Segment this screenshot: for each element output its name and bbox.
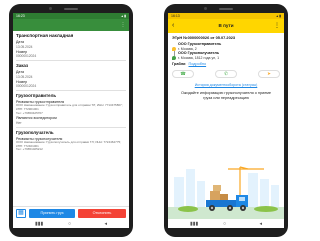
cargo-row: Грабли Подробно	[172, 62, 280, 67]
left-phone: 16:23 ▴ ▮ ⋮ Транспортная накладная Дата …	[9, 4, 133, 237]
speaker	[64, 8, 78, 10]
handset-icon: ✆	[224, 71, 228, 76]
shipper-section-title: Грузоотправитель	[16, 93, 57, 99]
destination-pin-icon	[172, 56, 176, 60]
more-icon[interactable]: ⋮	[274, 19, 280, 33]
qr-code-button[interactable]: ▦	[16, 209, 26, 218]
recent-apps-icon[interactable]: ▮▮▮	[35, 221, 43, 227]
reject-button[interactable]: Отклонить	[78, 209, 126, 218]
action-bar: ▦ Принять груз Отклонить	[13, 206, 129, 219]
divider	[16, 60, 126, 62]
divider	[16, 90, 126, 92]
route-block: ООО Грузоотправитель г. Москва, 2 ООО Гр…	[172, 42, 280, 60]
back-icon[interactable]: ◂	[104, 221, 107, 227]
document-history-link[interactable]: История документооборота (статусы)	[172, 83, 280, 87]
navigation-arrow-icon: ➤	[267, 71, 271, 76]
right-screen: 16:13 ▴ ▮ ‹ В пути ⋮ ЭТрН №0000000026 от…	[168, 13, 284, 228]
home-icon[interactable]: ○	[68, 221, 71, 227]
accept-cargo-button[interactable]: Принять груз	[29, 209, 75, 218]
call-button[interactable]: ☎	[172, 70, 194, 78]
cargo-name: Грабли	[172, 62, 186, 66]
phone-icon: ☎	[180, 71, 186, 76]
shipper-phone: Тел: +79650425767	[16, 110, 43, 115]
home-icon[interactable]: ○	[223, 221, 226, 227]
origin-pin-icon	[172, 46, 176, 51]
navigate-button[interactable]: ➤	[258, 70, 280, 78]
system-nav-bar: ▮▮▮ ○ ◂	[168, 219, 284, 228]
app-header: ‹ В пути ⋮	[168, 19, 284, 33]
consignee-phone: Тел: +79651025212	[16, 147, 43, 152]
call-alt-button[interactable]: ✆	[215, 70, 237, 78]
qr-code-icon: ▦	[18, 210, 24, 216]
awaiting-message: Ожидайте информацию грузополучателя о пр…	[180, 91, 272, 100]
system-nav-bar: ▮▮▮ ○ ◂	[13, 219, 129, 228]
field-value: 00000012024	[16, 84, 37, 89]
screen-title: В пути	[218, 23, 234, 28]
field-value: Нет	[16, 120, 22, 125]
more-icon[interactable]: ⋮	[120, 22, 126, 28]
ettn-number: ЭТрН №0000000026 от 05.07.2023	[172, 35, 236, 40]
field-value: 13.05.2024	[16, 74, 33, 79]
recent-apps-icon[interactable]: ▮▮▮	[190, 221, 198, 227]
left-screen: 16:23 ▴ ▮ ⋮ Транспортная накладная Дата …	[13, 13, 129, 228]
document-body: Транспортная накладная Дата 13.05.2024 Н…	[13, 31, 129, 152]
divider	[16, 126, 126, 128]
field-value: 13.05.2024	[16, 44, 33, 49]
app-header: ⋮	[13, 19, 129, 31]
contact-actions: ☎ ✆ ➤	[172, 70, 280, 78]
shipment-body: ЭТрН №0000000026 от 05.07.2023 ООО Грузо…	[168, 33, 284, 101]
back-icon[interactable]: ◂	[259, 221, 262, 227]
back-arrow-icon[interactable]: ‹	[172, 19, 174, 33]
field-value: 00000012024	[16, 54, 37, 59]
camera	[204, 7, 207, 10]
right-phone: 16:13 ▴ ▮ ‹ В пути ⋮ ЭТрН №0000000026 от…	[164, 4, 288, 237]
speaker	[219, 8, 233, 10]
order-section-title: Заказ	[16, 63, 29, 69]
document-title: Транспортная накладная	[16, 33, 74, 38]
destination-address: г. Москва, 1812 года ул, 1	[178, 55, 220, 60]
delivery-truck-illustration	[168, 159, 284, 219]
camera	[49, 7, 52, 10]
cargo-details-link[interactable]: Подробно	[189, 62, 207, 66]
consignee-section-title: Грузополучатель	[16, 129, 54, 135]
